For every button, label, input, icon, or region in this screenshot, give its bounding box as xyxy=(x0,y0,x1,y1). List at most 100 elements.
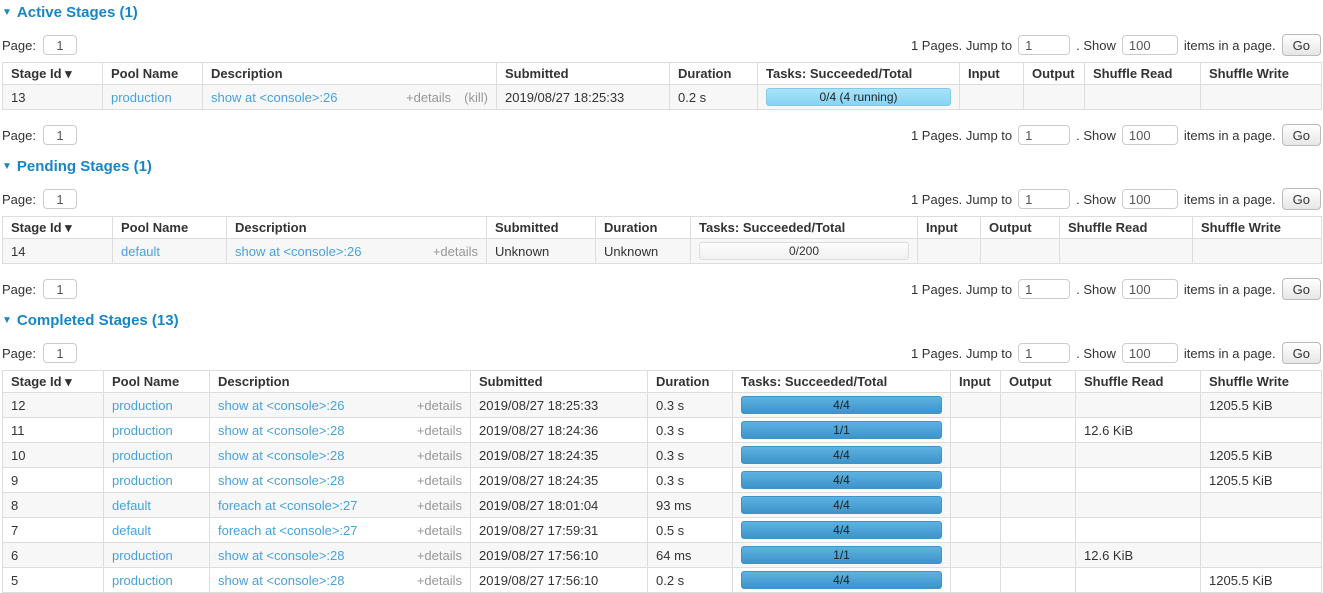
column-header-6[interactable]: Input xyxy=(951,371,1001,393)
page-number-input[interactable] xyxy=(43,279,77,299)
page-number-input[interactable] xyxy=(43,125,77,145)
details-toggle[interactable]: +details xyxy=(417,448,462,463)
output-cell xyxy=(981,239,1060,264)
details-toggle[interactable]: +details xyxy=(417,423,462,438)
pending-stages-table: Stage Id ▾Pool NameDescriptionSubmittedD… xyxy=(2,216,1322,264)
column-header-5[interactable]: Tasks: Succeeded/Total xyxy=(758,63,960,85)
tasks-cell: 0/4 (4 running) xyxy=(758,85,960,110)
kill-link[interactable]: (kill) xyxy=(464,90,488,105)
description-link[interactable]: show at <console>:28 xyxy=(218,448,344,463)
description-link[interactable]: show at <console>:26 xyxy=(211,90,337,105)
column-header-7[interactable]: Output xyxy=(1001,371,1076,393)
column-header-8[interactable]: Shuffle Read xyxy=(1060,217,1193,239)
column-header-9[interactable]: Shuffle Write xyxy=(1201,63,1322,85)
go-button[interactable]: Go xyxy=(1282,188,1321,210)
description-link[interactable]: show at <console>:28 xyxy=(218,473,344,488)
column-header-1[interactable]: Pool Name xyxy=(104,371,210,393)
jump-to-page-input[interactable] xyxy=(1018,125,1070,145)
go-button[interactable]: Go xyxy=(1282,124,1321,146)
column-header-1[interactable]: Pool Name xyxy=(113,217,227,239)
go-button[interactable]: Go xyxy=(1282,342,1321,364)
description-cell: show at <console>:26 +details xyxy=(210,393,471,418)
pool-name-link[interactable]: production xyxy=(112,398,173,413)
go-button[interactable]: Go xyxy=(1282,278,1321,300)
pool-name-link[interactable]: default xyxy=(112,498,151,513)
column-header-8[interactable]: Shuffle Read xyxy=(1085,63,1201,85)
pool-name-link[interactable]: production xyxy=(111,90,172,105)
page-number-input[interactable] xyxy=(43,343,77,363)
tasks-progress-bar: 1/1 xyxy=(741,546,942,564)
column-header-7[interactable]: Output xyxy=(1024,63,1085,85)
column-header-4[interactable]: Duration xyxy=(596,217,691,239)
details-toggle[interactable]: +details xyxy=(433,244,478,259)
items-per-page-input[interactable] xyxy=(1122,343,1178,363)
go-button[interactable]: Go xyxy=(1282,34,1321,56)
items-per-page-input[interactable] xyxy=(1122,189,1178,209)
column-header-9[interactable]: Shuffle Write xyxy=(1193,217,1322,239)
column-header-2[interactable]: Description xyxy=(203,63,497,85)
submitted-cell: 2019/08/27 18:24:36 xyxy=(471,418,648,443)
details-toggle[interactable]: +details xyxy=(417,498,462,513)
column-header-7[interactable]: Output xyxy=(981,217,1060,239)
description-link[interactable]: show at <console>:26 xyxy=(235,244,361,259)
collapse-arrow-icon: ▼ xyxy=(2,162,12,172)
description-link[interactable]: show at <console>:28 xyxy=(218,573,344,588)
description-cell: show at <console>:28 +details xyxy=(210,568,471,593)
column-header-3[interactable]: Submitted xyxy=(497,63,670,85)
jump-to-page-input[interactable] xyxy=(1018,189,1070,209)
column-header-5[interactable]: Tasks: Succeeded/Total xyxy=(691,217,918,239)
column-header-0[interactable]: Stage Id ▾ xyxy=(3,63,103,85)
output-cell xyxy=(1024,85,1085,110)
tasks-progress-bar: 0/200 xyxy=(699,242,909,260)
pool-name-link[interactable]: default xyxy=(121,244,160,259)
column-header-0[interactable]: Stage Id ▾ xyxy=(3,217,113,239)
pool-name-link[interactable]: production xyxy=(112,573,173,588)
tasks-progress-label: 4/4 xyxy=(833,573,850,587)
description-link[interactable]: foreach at <console>:27 xyxy=(218,523,358,538)
completed-stages-table: Stage Id ▾Pool NameDescriptionSubmittedD… xyxy=(2,370,1322,593)
column-header-4[interactable]: Duration xyxy=(648,371,733,393)
page-number-input[interactable] xyxy=(43,189,77,209)
description-link[interactable]: foreach at <console>:27 xyxy=(218,498,358,513)
column-header-9[interactable]: Shuffle Write xyxy=(1201,371,1322,393)
pool-name-link[interactable]: production xyxy=(112,448,173,463)
items-per-page-input[interactable] xyxy=(1122,35,1178,55)
column-header-2[interactable]: Description xyxy=(210,371,471,393)
duration-cell: 64 ms xyxy=(648,543,733,568)
section-header-completed[interactable]: ▼ Completed Stages (13) xyxy=(2,312,1321,329)
details-toggle[interactable]: +details xyxy=(417,398,462,413)
shuffle-read-cell xyxy=(1076,493,1201,518)
jump-to-page-input[interactable] xyxy=(1018,279,1070,299)
details-toggle[interactable]: +details xyxy=(406,90,451,105)
column-header-6[interactable]: Input xyxy=(918,217,981,239)
column-header-3[interactable]: Submitted xyxy=(487,217,596,239)
column-header-0[interactable]: Stage Id ▾ xyxy=(3,371,104,393)
submitted-cell: 2019/08/27 18:24:35 xyxy=(471,468,648,493)
tasks-progress-label: 4/4 xyxy=(833,498,850,512)
items-text: items in a page. xyxy=(1184,38,1276,53)
tasks-cell: 1/1 xyxy=(733,418,951,443)
column-header-1[interactable]: Pool Name xyxy=(103,63,203,85)
items-per-page-input[interactable] xyxy=(1122,125,1178,145)
tasks-cell: 4/4 xyxy=(733,393,951,418)
page-number-input[interactable] xyxy=(43,35,77,55)
jump-to-page-input[interactable] xyxy=(1018,343,1070,363)
jump-to-page-input[interactable] xyxy=(1018,35,1070,55)
description-link[interactable]: show at <console>:28 xyxy=(218,423,344,438)
column-header-4[interactable]: Duration xyxy=(670,63,758,85)
description-link[interactable]: show at <console>:26 xyxy=(218,398,344,413)
pool-name-link[interactable]: production xyxy=(112,473,173,488)
section-header-active[interactable]: ▼ Active Stages (1) xyxy=(2,4,1321,21)
pool-name-link[interactable]: production xyxy=(112,423,173,438)
details-toggle[interactable]: +details xyxy=(417,573,462,588)
items-per-page-input[interactable] xyxy=(1122,279,1178,299)
details-toggle[interactable]: +details xyxy=(417,473,462,488)
pool-name-link[interactable]: default xyxy=(112,523,151,538)
column-header-2[interactable]: Description xyxy=(227,217,487,239)
column-header-3[interactable]: Submitted xyxy=(471,371,648,393)
column-header-5[interactable]: Tasks: Succeeded/Total xyxy=(733,371,951,393)
column-header-6[interactable]: Input xyxy=(960,63,1024,85)
column-header-8[interactable]: Shuffle Read xyxy=(1076,371,1201,393)
section-header-pending[interactable]: ▼ Pending Stages (1) xyxy=(2,158,1321,175)
details-toggle[interactable]: +details xyxy=(417,523,462,538)
